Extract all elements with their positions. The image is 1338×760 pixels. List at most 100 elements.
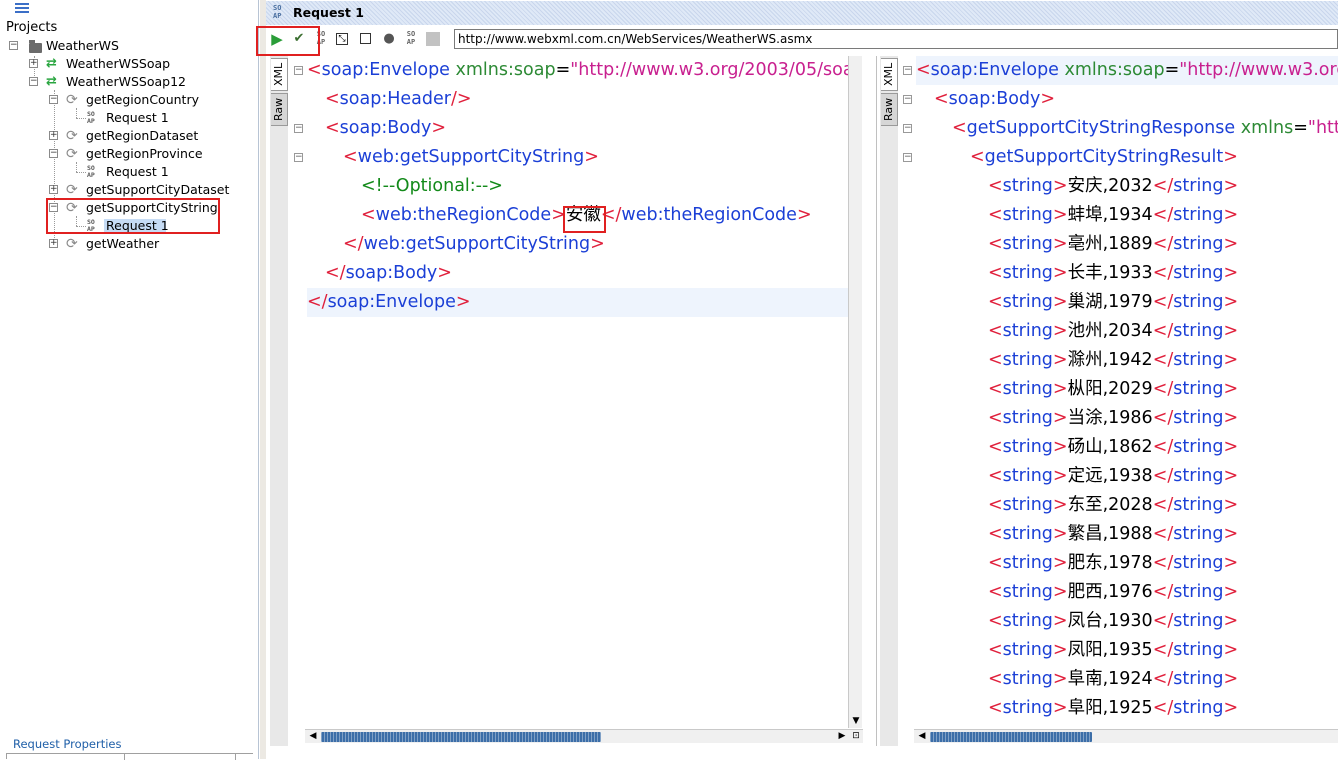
interface-name: WeatherWSSoap bbox=[66, 56, 171, 71]
project-name: WeatherWS bbox=[46, 38, 119, 53]
tree-node-interface[interactable]: − ⇄ WeatherWSSoap12 bbox=[29, 73, 229, 91]
xml-token-txt: 阜南,1924 bbox=[1067, 669, 1153, 689]
tree-node-request[interactable]: SO AP Request 1 bbox=[49, 109, 249, 127]
xml-token-brk: > bbox=[1052, 466, 1068, 486]
xml-token-brk: </ bbox=[1152, 321, 1174, 341]
scrollbar-thumb[interactable] bbox=[321, 732, 601, 742]
endpoint-input[interactable]: http://www.webxml.com.cn/WebServices/Wea… bbox=[454, 29, 1338, 49]
xml-token-brk: </ bbox=[1152, 408, 1174, 428]
xml-token-tag: string bbox=[1002, 321, 1053, 341]
xml-token-tag: string bbox=[1002, 524, 1053, 544]
xml-line: <string>枞阳,2029</string> bbox=[916, 375, 1238, 404]
operation-icon: ⟳ bbox=[66, 92, 78, 108]
xml-token-txt: 当涂,1986 bbox=[1067, 408, 1153, 428]
tab-xml[interactable]: XML bbox=[881, 58, 898, 91]
xml-token-txt: 繁昌,1988 bbox=[1067, 524, 1153, 544]
operation-name: getRegionDataset bbox=[86, 128, 199, 143]
request-vertical-scrollbar[interactable]: ▼ bbox=[848, 56, 862, 728]
scroll-right-icon[interactable]: ▶ bbox=[836, 730, 848, 742]
collapse-icon[interactable]: − bbox=[903, 124, 912, 133]
xml-token-tag: soap:Body bbox=[339, 118, 432, 138]
expand-icon[interactable]: + bbox=[49, 185, 58, 194]
xml-token-tag: string bbox=[1173, 205, 1224, 225]
collapse-icon[interactable]: − bbox=[903, 95, 912, 104]
expand-icon[interactable]: + bbox=[49, 131, 58, 140]
xml-token-eq: = bbox=[1293, 118, 1308, 138]
maximize-icon[interactable] bbox=[360, 33, 371, 44]
xml-token-brk: </ bbox=[1152, 669, 1174, 689]
xml-token-brk: > bbox=[1223, 147, 1238, 167]
xml-token-tag: string bbox=[1173, 292, 1224, 312]
collapse-icon[interactable]: − bbox=[903, 153, 912, 162]
annotation-box bbox=[256, 26, 320, 56]
tree-view-icon[interactable] bbox=[15, 3, 29, 14]
xml-token-tag: string bbox=[1002, 234, 1053, 254]
xml-token-txt: 枞阳,2029 bbox=[1067, 379, 1153, 399]
tab-raw[interactable]: Raw bbox=[271, 93, 288, 126]
tree-node-operation[interactable]: + ⟳ getRegionDataset bbox=[49, 127, 249, 145]
tab-xml[interactable]: XML bbox=[271, 58, 288, 91]
interface-icon: ⇄ bbox=[46, 74, 57, 89]
collapse-icon[interactable]: − bbox=[9, 41, 18, 50]
collapse-icon[interactable]: − bbox=[294, 153, 303, 162]
scroll-down-icon[interactable]: ▼ bbox=[850, 715, 862, 727]
xml-line: <getSupportCityStringResult> bbox=[916, 143, 1238, 172]
tree-node-operation[interactable]: − ⟳ getRegionProvince bbox=[49, 145, 249, 163]
xml-token-brk: < bbox=[325, 118, 340, 138]
user-icon[interactable]: ● bbox=[381, 31, 397, 47]
xml-token-brk: </ bbox=[307, 292, 328, 312]
request-horizontal-scrollbar[interactable]: ◀ ▶ ⊡ bbox=[305, 729, 863, 743]
request-toolbar: ▶ ✔ SO AP ⤡ ● SO AP http://www.webxml.com.… bbox=[256, 26, 1338, 56]
tree-node-operation[interactable]: − ⟳ getRegionCountry bbox=[49, 91, 249, 109]
xml-token-txt: 砀山,1862 bbox=[1067, 437, 1153, 457]
collapse-icon[interactable]: − bbox=[294, 66, 303, 75]
xml-token-brk: > bbox=[1052, 698, 1068, 718]
xml-token-brk: </ bbox=[1152, 495, 1174, 515]
scroll-left-icon[interactable]: ◀ bbox=[916, 730, 928, 742]
xml-token-brk: > bbox=[1223, 524, 1239, 544]
xml-token-brk: < bbox=[307, 60, 322, 80]
wsdl-icon[interactable]: SO AP bbox=[403, 30, 419, 47]
xml-token-tag: soap:Body bbox=[345, 263, 438, 283]
tree-node-interface[interactable]: + ⇄ WeatherWSSoap bbox=[29, 55, 229, 73]
scroll-left-icon[interactable]: ◀ bbox=[307, 730, 319, 742]
request-xml-editor[interactable]: − <soap:Envelope xmlns:soap="http://www.w… bbox=[291, 56, 848, 728]
zoom-icon[interactable]: ⊡ bbox=[850, 730, 862, 742]
xml-token-tag: web:theRegionCode bbox=[621, 205, 797, 225]
xml-line: <string>肥东,1978</string> bbox=[916, 549, 1238, 578]
collapse-icon[interactable]: − bbox=[49, 149, 58, 158]
xml-token-tag: string bbox=[1002, 553, 1053, 573]
expand-icon[interactable]: + bbox=[49, 239, 58, 248]
expand-icon[interactable]: + bbox=[29, 59, 38, 68]
xml-token-brk: </ bbox=[343, 234, 364, 254]
xml-token-brk: > bbox=[1052, 176, 1068, 196]
projects-label: Projects bbox=[6, 20, 58, 35]
xml-line: <string>繁昌,1988</string> bbox=[916, 520, 1238, 549]
resize-icon[interactable]: ⤡ bbox=[336, 33, 348, 45]
xml-token-brk: > bbox=[455, 292, 471, 312]
splitter[interactable] bbox=[260, 0, 266, 759]
xml-token-eq: = bbox=[555, 60, 571, 80]
response-xml-editor[interactable]: − <soap:Envelope xmlns:soap="http://www.w… bbox=[900, 56, 1338, 728]
xml-line: <!--Optional:--> bbox=[307, 172, 503, 201]
stop-icon[interactable] bbox=[426, 32, 440, 46]
tree-node-project[interactable]: − WeatherWS bbox=[9, 37, 209, 55]
collapse-icon[interactable]: − bbox=[294, 124, 303, 133]
tree-node-request[interactable]: SO AP Request 1 bbox=[49, 163, 249, 181]
xml-token-brk: > bbox=[1052, 292, 1068, 312]
tree-node-operation[interactable]: + ⟳ getWeather bbox=[49, 235, 249, 253]
xml-token-brk: > bbox=[1052, 640, 1068, 660]
tab-raw[interactable]: Raw bbox=[881, 93, 898, 126]
collapse-icon[interactable]: − bbox=[49, 95, 58, 104]
xml-token-brk: > bbox=[1052, 350, 1068, 370]
request-view-tabs: XML Raw bbox=[270, 56, 288, 746]
xml-token-brk: < bbox=[988, 495, 1003, 515]
operation-icon: ⟳ bbox=[66, 146, 78, 162]
scrollbar-thumb[interactable] bbox=[930, 732, 1092, 742]
xml-token-brk: > bbox=[584, 147, 599, 167]
collapse-icon[interactable]: − bbox=[29, 77, 38, 86]
pane-divider[interactable] bbox=[876, 56, 877, 746]
tree-node-operation[interactable]: + ⟳ getSupportCityDataset bbox=[49, 181, 249, 199]
collapse-icon[interactable]: − bbox=[903, 66, 912, 75]
response-horizontal-scrollbar[interactable]: ◀ bbox=[914, 729, 1338, 743]
